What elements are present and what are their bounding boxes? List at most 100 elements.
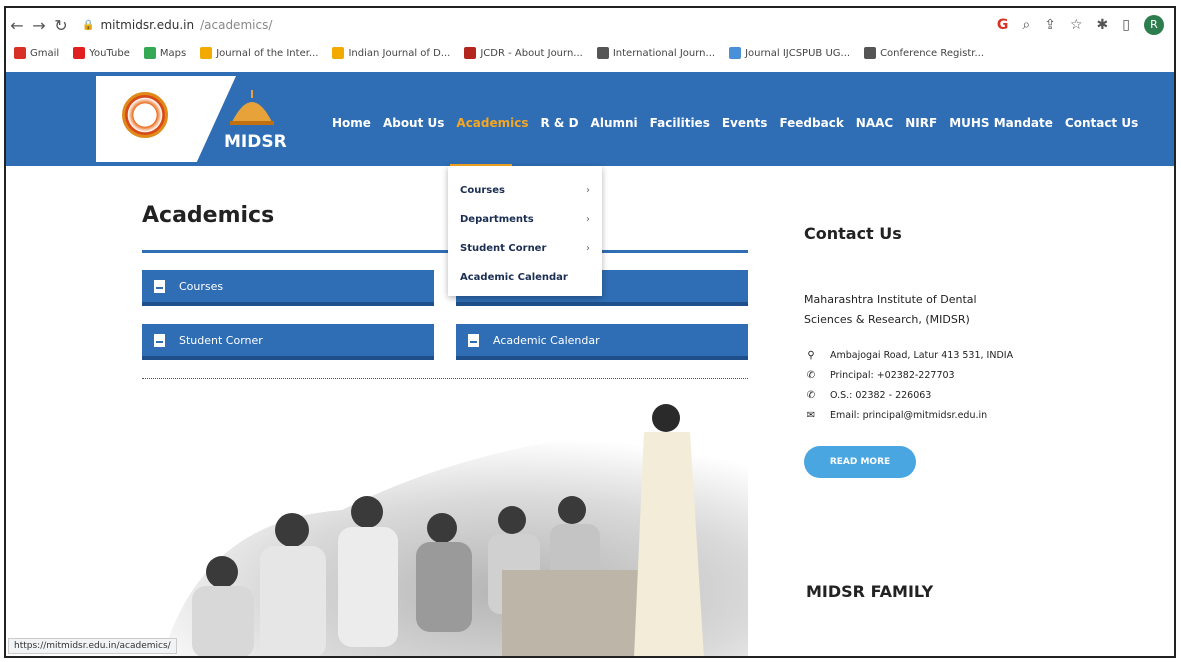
url-path: /academics/ [200,18,273,32]
bookmark-favicon-icon [729,47,742,59]
bookmark-item[interactable]: Journal of the Inter... [200,47,318,59]
chevron-right-icon: › [586,185,590,196]
email-text[interactable]: Email: principal@mitmidsr.edu.in [830,410,987,421]
bookmark-label: YouTube [89,47,130,59]
dropdown-item-courses[interactable]: Courses › [448,176,602,205]
bookmark-label: Indian Journal of D... [348,47,451,59]
back-icon[interactable]: ← [6,16,28,35]
nav-item-events[interactable]: Events [722,116,768,130]
phone-icon: ✆ [806,370,816,381]
historic-photo [142,400,748,656]
bookmark-item[interactable]: Maps [143,47,187,59]
contact-principal: ✆ Principal: +02382-227703 [806,370,955,381]
dropdown-item-label: Student Corner [460,243,547,254]
contact-os: ✆ O.S.: 02382 - 226063 [806,390,932,401]
address-bar-row: ← → ↻ 🔒 mitmidsr.edu.in/academics/ G ⌕ ⇪… [6,8,1174,42]
nav-item-academics[interactable]: Academics [456,116,528,130]
url-host: mitmidsr.edu.in [100,18,195,32]
bookmark-favicon-icon [332,47,345,59]
bookmark-item[interactable]: International Journ... [596,47,716,59]
institute-line: Sciences & Research, (MIDSR) [804,313,970,326]
bookmark-label: Journal IJCSPUB UG... [745,47,851,59]
map-marker-icon: ⚲ [807,350,815,361]
page-title: Academics [142,203,275,228]
institute-line: Maharashtra Institute of Dental [804,293,977,306]
bookmark-label: JCDR - About Journ... [480,47,583,59]
brand-name: MIDSR [224,132,287,152]
status-bar-url: https://mitmidsr.edu.in/academics/ [8,638,177,654]
document-icon [468,333,479,347]
document-icon [154,279,165,293]
zoom-icon[interactable]: ⌕ [1022,17,1030,33]
nav-item-about-us[interactable]: About Us [383,116,444,130]
sidepanel-icon[interactable]: ▯ [1122,17,1130,33]
site-header: MIDSR Home About Us Academics R & D Alumni Fa… [6,72,1174,167]
nav-item-contact-us[interactable]: Contact Us [1065,116,1138,130]
tile-label: Courses [179,279,224,293]
bookmark-favicon-icon [596,47,609,59]
envelope-icon: ✉ [806,410,816,421]
dome-icon [230,90,274,125]
bookmark-item[interactable]: Conference Registr... [864,47,984,59]
reload-icon[interactable]: ↻ [50,16,72,35]
google-icon[interactable]: G [997,17,1009,33]
contact-address: ⚲ Ambajogai Road, Latur 413 531, INDIA [806,350,1013,361]
bookmark-item[interactable]: JCDR - About Journ... [464,47,583,59]
bookmark-item[interactable]: YouTube [73,47,130,59]
institute-name: Maharashtra Institute of Dental Sciences… [804,290,1024,330]
bookmark-label: International Journ... [612,47,716,59]
bookmark-item[interactable]: Journal IJCSPUB UG... [729,47,850,59]
bookmark-favicon-icon [73,47,86,59]
dropdown-item-label: Departments [460,214,534,225]
url-field[interactable]: 🔒 mitmidsr.edu.in/academics/ [82,18,272,32]
family-title: MIDSR FAMILY [806,582,934,601]
tile-label: Student Corner [179,333,263,347]
bookmark-star-icon[interactable]: ☆ [1070,17,1083,33]
chevron-right-icon: › [586,243,590,254]
toolbar-icons: G ⌕ ⇪ ☆ ✱ ▯ R [997,15,1164,35]
nav-item-feedback[interactable]: Feedback [779,116,843,130]
document-icon [154,333,165,347]
academics-dropdown: Courses › Departments › Student Corner › Acade… [448,166,602,296]
bookmark-label: Journal of the Inter... [216,47,319,59]
bookmark-favicon-icon [464,47,477,59]
principal-text: Principal: +02382-227703 [830,370,955,381]
bookmark-label: Maps [159,47,187,59]
os-text: O.S.: 02382 - 226063 [830,390,932,401]
tile-label: Academic Calendar [493,333,600,347]
profile-avatar[interactable]: R [1144,15,1164,35]
nav-item-nirf[interactable]: NIRF [905,116,937,130]
extensions-icon[interactable]: ✱ [1097,17,1109,33]
tile-courses[interactable]: Courses [142,270,434,306]
nav-item-naac[interactable]: NAAC [856,116,893,130]
bookmark-item[interactable]: Indian Journal of D... [332,47,450,59]
dropdown-item-academic-calendar[interactable]: Academic Calendar [448,263,602,292]
nav-item-r-d[interactable]: R & D [541,116,579,130]
main-nav: Home About Us Academics R & D Alumni Faciliti… [332,116,1138,130]
phone-icon: ✆ [806,390,816,401]
address-text: Ambajogai Road, Latur 413 531, INDIA [830,350,1014,361]
lock-icon: 🔒 [82,19,95,31]
bookmark-label: Gmail [30,47,60,59]
contact-email: ✉ Email: principal@mitmidsr.edu.in [806,410,987,421]
dropdown-item-student-corner[interactable]: Student Corner › [448,234,602,263]
nav-item-facilities[interactable]: Facilities [650,116,710,130]
nav-item-alumni[interactable]: Alumni [591,116,638,130]
nav-item-home[interactable]: Home [332,116,371,130]
dropdown-item-label: Courses [460,185,505,196]
nav-item-muhs-mandate[interactable]: MUHS Mandate [949,116,1053,130]
site-logo[interactable]: MIDSR [96,76,287,162]
bookmark-favicon-icon [14,47,26,59]
read-more-button[interactable]: READ MORE [804,446,916,478]
contact-title: Contact Us [804,224,902,243]
chevron-right-icon: › [586,214,590,225]
share-icon[interactable]: ⇪ [1044,17,1056,33]
bookmark-favicon-icon [200,47,213,59]
bookmark-label: Conference Registr... [880,47,985,59]
bookmark-item[interactable]: Gmail [14,47,59,59]
forward-icon[interactable]: → [28,16,50,35]
tile-academic-calendar[interactable]: Academic Calendar [456,324,748,360]
tile-student-corner[interactable]: Student Corner [142,324,434,360]
bookmark-favicon-icon [143,47,156,59]
dropdown-item-departments[interactable]: Departments › [448,205,602,234]
